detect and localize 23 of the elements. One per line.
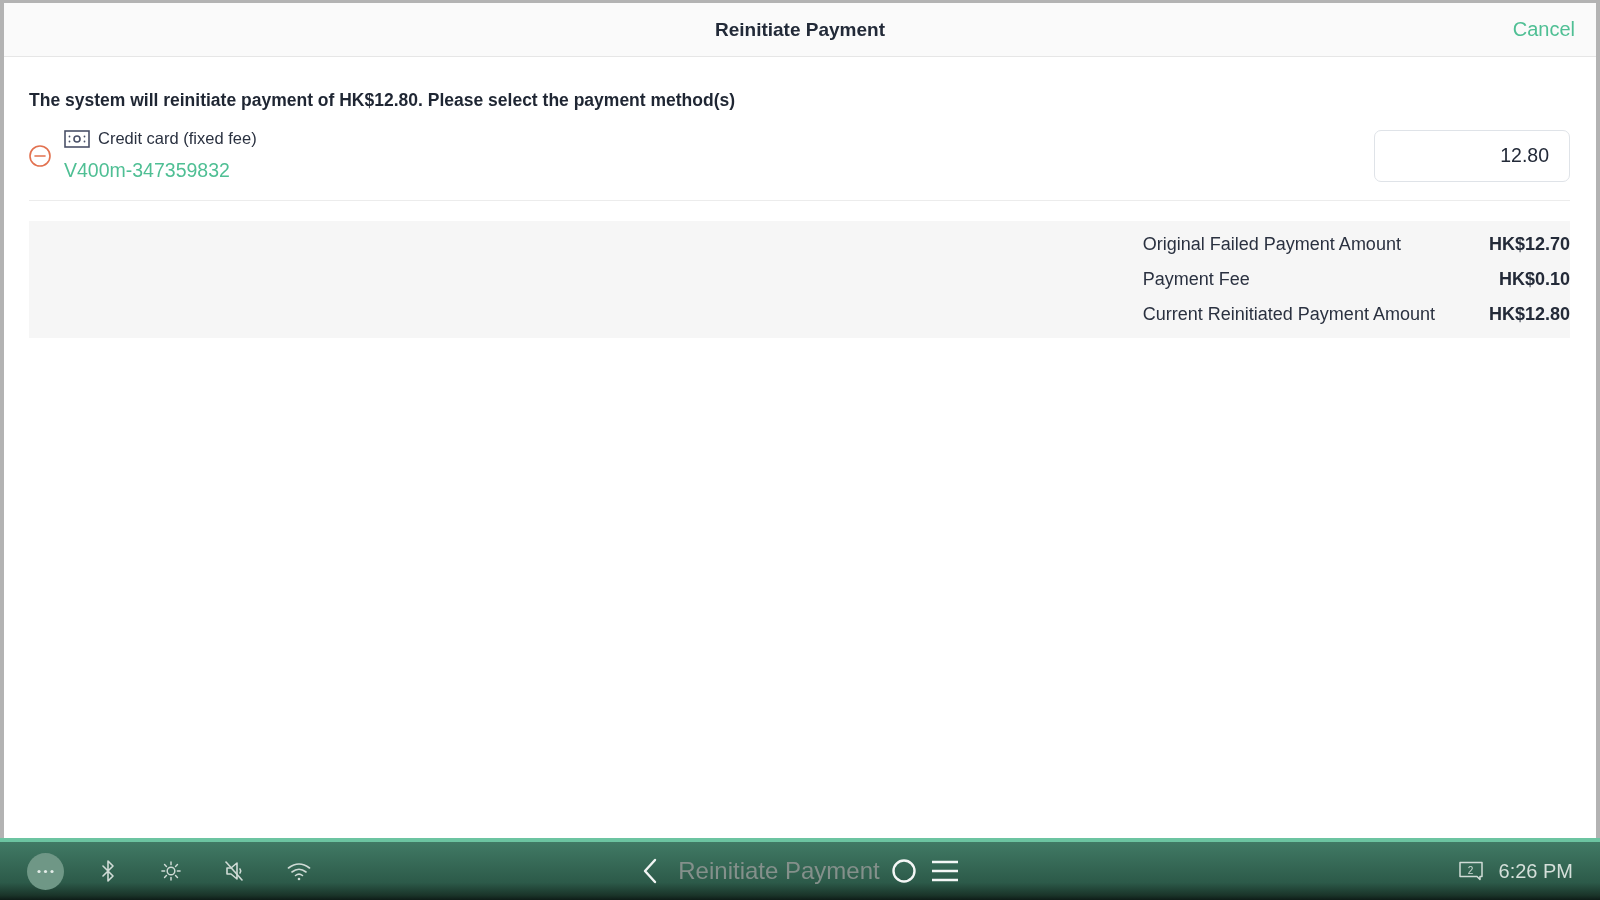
summary-value: HK$0.10 xyxy=(1498,268,1570,291)
menu-icon[interactable] xyxy=(931,860,958,882)
app-title: Reinitiate Payment xyxy=(678,857,880,885)
home-icon[interactable] xyxy=(891,859,916,883)
muted-speaker-icon[interactable] xyxy=(224,860,244,882)
page-title: Reinitiate Payment xyxy=(715,18,885,41)
payment-method-name: Credit card (fixed fee) xyxy=(98,129,257,148)
summary-value: HK$12.70 xyxy=(1488,233,1570,256)
more-icon[interactable] xyxy=(27,852,64,890)
summary-label: Current Reinitiated Payment Amount xyxy=(1142,303,1435,326)
summary-label: Original Failed Payment Amount xyxy=(1142,233,1402,256)
wifi-icon[interactable] xyxy=(287,861,311,881)
instruction-text: The system will reinitiate payment of HK$12.80. Please select the payment method(s) xyxy=(29,90,737,111)
cash-note-icon xyxy=(64,129,90,148)
brightness-icon[interactable] xyxy=(161,860,181,882)
amount-field[interactable]: 12.80 xyxy=(1374,129,1570,182)
minus-circle-icon[interactable] xyxy=(29,144,51,167)
summary-label: Payment Fee xyxy=(1142,268,1251,291)
summary-value: HK$12.80 xyxy=(1488,303,1570,326)
window-count-button[interactable]: 2 xyxy=(1458,861,1483,881)
back-icon[interactable] xyxy=(642,858,659,884)
terminal-id: V400m-347359832 xyxy=(64,159,230,182)
clock-time: 6:26 PM xyxy=(1498,859,1573,883)
